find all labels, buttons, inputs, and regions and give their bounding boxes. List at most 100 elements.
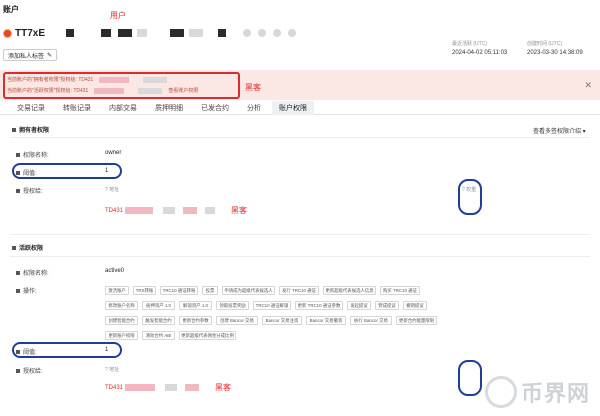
field-icon [16,270,20,275]
operation-chip: Bancor 交易撤资 [306,316,346,325]
redaction-block [101,29,112,37]
last-active-label: 最近活跃 (UTC) [452,41,487,47]
tab-item[interactable]: 质押明细 [148,101,190,115]
add-label-button[interactable]: 添加私人标签 ✎ [3,49,58,61]
field-icon [16,188,20,193]
operation-chip: 申请成为超级代表候选人 [222,286,275,295]
annotation-hacker: 黑客 [215,383,232,392]
operation-chip: TRC10 通证转账 [160,286,198,295]
owner-grant-address[interactable]: TD431 [105,208,123,214]
tab-item[interactable]: 交易记录 [10,101,52,115]
redaction-block [165,384,178,391]
operation-chip: 购买 TRC10 通证 [380,286,420,295]
operation-chip: 质押资产 1.0 [142,301,175,310]
operation-chip: 撤销提议 [403,301,427,310]
field-icon [16,288,20,293]
favorite-icon[interactable] [288,29,297,37]
active-name-value: active0 [105,268,125,274]
redaction-block [94,87,125,94]
redaction-block [143,76,168,83]
redaction-block [125,384,156,391]
redaction-block [189,29,204,37]
watermark-text: 币界网 [520,381,590,406]
created-value: 2023-03-30 14:38:09 [527,50,583,56]
redaction-block [205,207,216,214]
operation-chip: 投票 [202,286,218,295]
multisig-intro-link[interactable]: 查看多签权限介绍 ▾ [533,126,586,135]
last-active-value: 2024-04-02 05:11:03 [452,50,508,56]
operation-chip: 更新 TRC10 通证参数 [295,301,343,310]
section-icon [12,127,16,132]
owner-grant-label: 授权给: [16,186,43,195]
redaction-block [185,384,200,391]
redaction-block [125,207,154,214]
tab-item[interactable]: 账户权限 [272,100,314,115]
banner-line-2: 当前账户的"活跃权限"授权给: TD431 查看账户权限 [7,87,198,94]
active-threshold-value: 1 [105,347,109,353]
redaction-block [218,29,227,37]
tab-item[interactable]: 已发合约 [194,101,236,115]
tab-bar: 交易记录 转账记录 内部交易 质押明细 已发合约 分析 账户权限 [0,100,600,115]
tab-item[interactable]: 内部交易 [102,101,144,115]
active-grant-address-row: TD431 黑客 [105,382,231,393]
operation-chip: TRX转账 [133,286,156,295]
owner-weight-column: ? 权重 [462,186,476,193]
operation-chip: 执行 Bancor 交易 [350,316,392,325]
qrcode-icon[interactable] [258,29,267,37]
section-icon [12,245,16,250]
owner-name-value: owner [105,150,122,156]
copy-icon[interactable] [243,29,252,37]
active-name-label-text: 权限名称: [23,271,49,277]
watermark-icon [484,376,517,408]
active-threshold-label: 阈值: [16,347,37,356]
created-block: 创建时间 (UTC) 2023-03-30 14:38:09 [527,40,583,56]
created-label: 创建时间 (UTC) [527,41,562,47]
operation-chip: 发行 TRC10 通证 [279,286,319,295]
field-icon [16,368,20,373]
annotation-hacker: 黑客 [231,206,248,215]
active-ops-label-text: 操作: [23,289,37,295]
operation-chip: 更新合约参数 [179,316,212,325]
owner-threshold-label-text: 阈值: [23,171,37,177]
close-icon[interactable]: ✕ [584,80,592,91]
active-grant-label: 授权给: [16,366,43,375]
operation-chip: 更新账户权限 [105,331,138,340]
owner-weight-column-text: 权重 [466,187,477,193]
active-address-column: ? 地址 [105,366,119,373]
owner-address-column: ? 地址 [105,186,119,193]
field-icon [16,152,20,157]
watermark-logo: 币界网 [484,376,590,408]
help-icon: ? [462,187,465,193]
operation-chip: 更新合约能量限制 [396,316,437,325]
weight-highlight-oval [458,179,482,215]
owner-section-title: 拥有者权限 [12,125,49,134]
banner-line-2-text: 当前账户的"活跃权限"授权给: TD431 [7,88,89,94]
tab-item[interactable]: 分析 [240,101,268,115]
owner-threshold-label: 阈值: [16,168,37,177]
active-address-column-text: 地址 [109,367,120,373]
operation-chip: 激活账户 [105,286,129,295]
weight-highlight-oval [458,360,482,396]
field-icon [16,170,20,175]
redaction-block [137,29,148,37]
owner-grant-label-text: 授权给: [23,189,43,195]
active-section-title-text: 活跃权限 [19,246,44,252]
operation-chip: 创建智能合约 [105,316,138,325]
help-icon: ? [105,187,108,193]
annotation-user: 用户 [110,11,126,20]
page-title: 账户 [3,5,19,14]
multisig-intro-text: 查看多签权限介绍 [533,129,582,135]
operation-chip: 修改账户名称 [105,301,138,310]
operation-chip: 发起提议 [347,301,371,310]
view-permission-link[interactable]: 查看账户权限 [168,87,198,94]
active-grant-address[interactable]: TD431 [105,385,123,391]
share-icon[interactable] [273,29,282,37]
banner-line-1-text: 当前账户的"拥有者权限"授权给: TD431 [7,77,94,83]
owner-threshold-value: 1 [105,168,109,174]
account-address-row: TT7xE [3,26,297,40]
owner-section-title-text: 拥有者权限 [19,128,50,134]
operation-chip: 赞成提议 [375,301,399,310]
active-ops-label: 操作: [16,286,37,295]
tab-item[interactable]: 转账记录 [56,101,98,115]
banner-line-1: 当前账户的"拥有者权限"授权给: TD431 [7,76,168,83]
